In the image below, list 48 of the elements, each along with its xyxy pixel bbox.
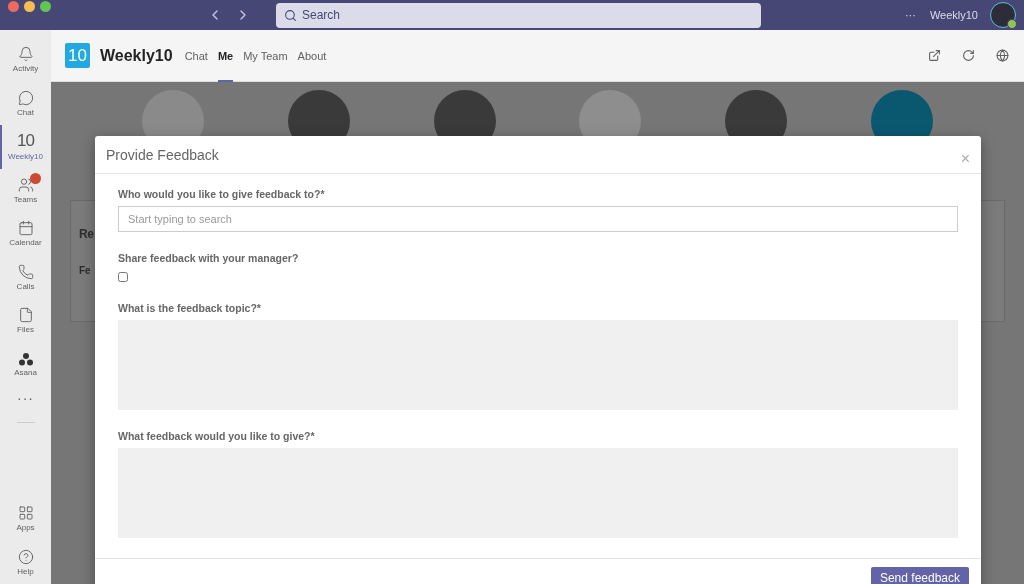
refresh-button[interactable] bbox=[960, 47, 976, 64]
calendar-icon bbox=[17, 220, 34, 237]
rail-item[interactable]: Calls bbox=[0, 255, 51, 299]
rail-item[interactable]: Teams bbox=[0, 168, 51, 212]
field-label: What is the feedback topic?* bbox=[118, 302, 262, 314]
field-label: Who would you like to give feedback to?* bbox=[118, 188, 326, 200]
rail-item[interactable]: Files bbox=[0, 299, 51, 343]
file-icon bbox=[17, 307, 34, 324]
send-button[interactable]: Send feedback bbox=[870, 567, 969, 584]
share-checkbox[interactable] bbox=[118, 272, 128, 282]
field-label: What feedback would you like to give?* bbox=[118, 430, 316, 442]
avatar[interactable] bbox=[990, 2, 1016, 28]
app-logo: 10 bbox=[65, 43, 90, 68]
tab[interactable]: About bbox=[297, 30, 327, 82]
dots-icon bbox=[17, 351, 34, 366]
chat-icon bbox=[17, 89, 34, 106]
app-name: Weekly10 bbox=[100, 46, 173, 65]
apps-icon bbox=[17, 505, 34, 522]
account-name: Weekly10 bbox=[929, 9, 978, 21]
search-field[interactable]: Search bbox=[276, 2, 761, 28]
rail-item[interactable]: Help bbox=[0, 540, 51, 584]
rail-item[interactable]: Calendar bbox=[0, 212, 51, 256]
more-options[interactable]: ··· bbox=[904, 9, 916, 21]
rail-item[interactable]: 10 Weekly10 bbox=[0, 125, 51, 169]
card-title: Re bbox=[79, 227, 94, 241]
maximize-dot[interactable] bbox=[40, 1, 51, 12]
close-dot[interactable] bbox=[8, 1, 19, 12]
tab[interactable]: Me bbox=[217, 30, 234, 82]
bell-icon bbox=[17, 46, 34, 63]
dialog-title: Provide Feedback bbox=[106, 146, 219, 163]
tab[interactable]: My Team bbox=[243, 30, 288, 82]
popout-button[interactable] bbox=[926, 47, 942, 64]
app-glyph: 10 bbox=[17, 132, 34, 151]
field-label: Share feedback with your manager? bbox=[118, 252, 300, 264]
people-icon bbox=[17, 176, 34, 193]
rail-item[interactable]: Asana bbox=[0, 342, 51, 386]
recipient-field[interactable]: Start typing to search bbox=[118, 206, 958, 232]
rail-item[interactable]: Apps bbox=[0, 497, 51, 541]
tab[interactable]: Chat bbox=[184, 30, 208, 82]
minimize-dot[interactable] bbox=[24, 1, 35, 12]
row-label: Fe bbox=[79, 265, 91, 276]
search-icon bbox=[284, 8, 297, 22]
more-apps[interactable]: ··· bbox=[17, 390, 34, 406]
phone-icon bbox=[17, 263, 34, 280]
rail-item[interactable]: Activity bbox=[0, 38, 51, 82]
rail-item[interactable]: Chat bbox=[0, 81, 51, 125]
help-icon bbox=[17, 548, 34, 565]
globe-button[interactable] bbox=[994, 47, 1010, 64]
